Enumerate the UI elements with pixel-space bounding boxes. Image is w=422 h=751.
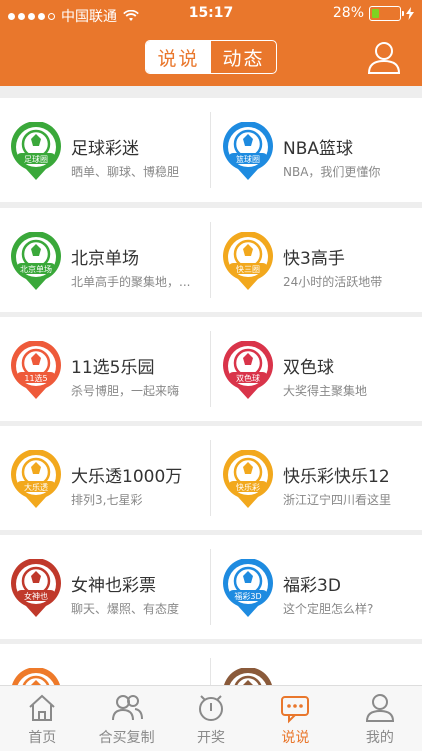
circle-desc: 浙江辽宁四川看这里 [283, 493, 392, 507]
circle-desc: 晒单、聊球、博稳胆 [71, 165, 180, 179]
circle-title: 11选5乐园 [71, 358, 155, 378]
goddess-avatar-icon: 女神也 [11, 559, 61, 617]
svg-text:双色球: 双色球 [236, 373, 260, 383]
dice-icon: 快三圈 [223, 232, 273, 290]
circle-card[interactable]: 北京单场 北京单场北单高手的聚集地，... [0, 208, 210, 312]
tab-label: 我的 [365, 730, 394, 746]
basketball-icon: 篮球圈 [223, 122, 273, 180]
circle-title: 快乐彩快乐12 [283, 467, 390, 487]
video-avatar-icon: 视频 [224, 668, 272, 685]
tab-home[interactable]: 首页 [0, 686, 84, 751]
circle-title: 大乐透1000万 [71, 467, 183, 487]
tab-chat-bubble[interactable]: 说说 [253, 686, 337, 751]
divider [210, 440, 211, 516]
circle-title: 北京单场 [71, 249, 139, 269]
tab-label: 说说 [281, 730, 310, 746]
circle-title: 女神也彩票 [71, 576, 156, 596]
tab-dongtai[interactable]: 动态 [211, 41, 276, 73]
divider [210, 112, 211, 188]
tab-users[interactable]: 合买复制 [84, 686, 168, 751]
circle-row: 快乐十分 快乐十分 视频 视频 [0, 644, 422, 685]
circle-desc: 杀号博胆，一起来嗨 [71, 384, 180, 398]
circle-row: 11选5 11选5乐园杀号博胆，一起来嗨 双色球 双色球大奖得主聚集地 [0, 317, 422, 421]
tab-person[interactable]: 我的 [338, 686, 422, 751]
circle-desc: 北单高手的聚集地，... [71, 275, 191, 289]
svg-text:女神也: 女神也 [24, 591, 48, 601]
circle-title: 足球彩迷 [71, 139, 139, 159]
battery-percent: 28% [332, 5, 364, 21]
circle-title: 福彩3D [283, 576, 341, 596]
home-icon [29, 694, 55, 721]
tab-label: 开奖 [197, 730, 226, 746]
tab-label: 首页 [28, 730, 57, 746]
segment-control: 说说 动态 [145, 40, 277, 74]
circle-row: 北京单场 北京单场北单高手的聚集地，... 快三圈 快3高手 24小时的活跃地带 [0, 208, 422, 312]
circle-row: 女神也 女神也彩票聊天、爆照、有态度 福彩3D 福彩3D 这个定胆怎么样? [0, 535, 422, 639]
circle-desc: 24小时的活跃地带 [283, 275, 383, 289]
circle-desc: 聊天、爆照、有态度 [71, 602, 180, 616]
svg-text:快乐彩: 快乐彩 [236, 482, 260, 492]
draw-clock-icon [199, 695, 224, 721]
circle-title: 双色球 [283, 358, 334, 378]
divider [210, 331, 211, 407]
happy-ten-icon: 快乐十分 [12, 668, 60, 685]
circle-list[interactable]: 足球圈 足球彩迷晒单、聊球、博稳胆 篮球圈 NBA篮球 NBA，我们更懂你 北京单… [0, 95, 422, 685]
svg-text:北京单场: 北京单场 [20, 264, 52, 274]
circle-card[interactable]: 福彩3D 福彩3D 这个定胆怎么样? [212, 535, 422, 639]
svg-text:福彩3D: 福彩3D [234, 591, 261, 601]
circle-card[interactable]: 女神也 女神也彩票聊天、爆照、有态度 [0, 535, 210, 639]
circle-desc: 排列3,七星彩 [71, 493, 143, 507]
svg-text:足球圈: 足球圈 [24, 154, 48, 164]
tab-bar: 首页 合买复制 开奖 说说 我的 [0, 685, 422, 751]
svg-text:篮球圈: 篮球圈 [236, 154, 260, 164]
circle-card[interactable]: 大乐透 大乐透1000万排列3,七星彩 [0, 426, 210, 530]
circle-card[interactable]: 快乐十分 快乐十分 [0, 644, 210, 685]
divider [210, 549, 211, 625]
tab-label: 合买复制 [98, 730, 155, 746]
header-bar: 说说 动态 [0, 28, 422, 86]
battery-icon [369, 5, 404, 21]
divider [210, 222, 211, 298]
lotto-icon: 大乐透 [11, 450, 61, 508]
circle-title: NBA篮球 [283, 139, 354, 159]
circle-title: 快3高手 [283, 249, 345, 269]
users-icon [111, 695, 143, 721]
circle-row: 足球圈 足球彩迷晒单、聊球、博稳胆 篮球圈 NBA篮球 NBA，我们更懂你 [0, 98, 422, 202]
svg-text:11选5: 11选5 [24, 373, 47, 383]
divider [210, 658, 211, 685]
circle-row: 大乐透 大乐透1000万排列3,七星彩 快乐彩 快乐彩快乐12 浙江辽宁四川看这里 [0, 426, 422, 530]
person-icon [365, 694, 394, 722]
svg-text:快三圈: 快三圈 [236, 264, 260, 274]
circle-card[interactable]: 快三圈 快3高手 24小时的活跃地带 [212, 208, 422, 312]
3d-icon: 福彩3D [223, 559, 273, 617]
happy-lottery-icon: 快乐彩 [223, 450, 273, 508]
circle-desc: NBA，我们更懂你 [283, 165, 381, 179]
circle-card[interactable]: 足球圈 足球彩迷晒单、聊球、博稳胆 [0, 98, 210, 202]
lottery-balls-icon: 11选5 [11, 341, 61, 399]
double-color-ball-icon: 双色球 [223, 341, 273, 399]
circle-card[interactable]: 视频 视频 [212, 644, 422, 685]
soccer-ball-icon: 足球圈 [11, 122, 61, 180]
circle-card[interactable]: 快乐彩 快乐彩快乐12 浙江辽宁四川看这里 [212, 426, 422, 530]
circle-card[interactable]: 双色球 双色球大奖得主聚集地 [212, 317, 422, 421]
chat-bubble-icon [281, 696, 310, 724]
tab-shuoshuo[interactable]: 说说 [146, 41, 211, 73]
soccer-ball-icon: 北京单场 [11, 232, 61, 290]
charging-bolt-icon [406, 6, 414, 20]
user-profile-icon[interactable] [366, 39, 402, 75]
circle-desc: 大奖得主聚集地 [283, 384, 368, 398]
circle-card[interactable]: 11选5 11选5乐园杀号博胆，一起来嗨 [0, 317, 210, 421]
circle-card[interactable]: 篮球圈 NBA篮球 NBA，我们更懂你 [212, 98, 422, 202]
status-bar: 中国联通 15:17 28% [0, 0, 422, 28]
circle-desc: 这个定胆怎么样? [283, 602, 374, 616]
tab-draw-clock[interactable]: 开奖 [169, 686, 253, 751]
svg-text:大乐透: 大乐透 [24, 482, 48, 492]
